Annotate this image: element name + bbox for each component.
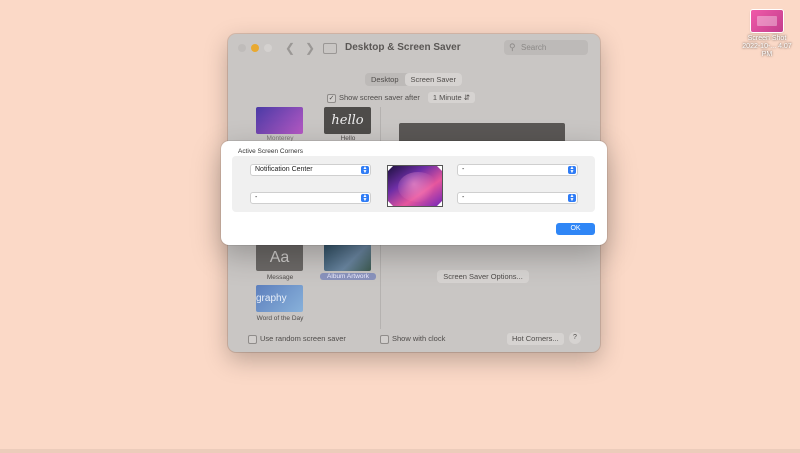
show-all-grid-icon[interactable] — [323, 43, 337, 54]
sheet-title: Active Screen Corners — [238, 148, 304, 155]
bottom-edge-shadow — [0, 449, 800, 453]
show-clock-row[interactable]: Show with clock — [380, 331, 445, 347]
back-arrow-icon[interactable]: ❮ — [285, 41, 295, 55]
show-after-value: 1 Minute — [432, 93, 462, 102]
top-left-corner-popup[interactable]: Notification Center ▲ ▼ — [250, 164, 371, 176]
ok-button[interactable]: OK — [556, 223, 595, 235]
screen-preview-wallpaper — [387, 165, 443, 207]
show-after-checkbox[interactable]: ✓ — [327, 93, 336, 103]
bottom-left-corner-popup[interactable]: - ▲ ▼ — [250, 192, 371, 204]
popup-stepper-icon: ▲ ▼ — [568, 165, 576, 175]
top-right-corner-value: - — [462, 166, 465, 173]
popup-stepper-icon: ▲ ▼ — [361, 165, 369, 175]
top-left-corner-value: Notification Center — [255, 166, 313, 173]
hot-corners-button[interactable]: Hot Corners... — [507, 333, 564, 345]
tab-desktop[interactable]: Desktop — [365, 73, 405, 86]
random-saver-label: Use random screen saver — [260, 334, 346, 343]
desktop-file-icon[interactable]: Screen Shot 2022-10-... 4.07 PM — [738, 10, 796, 59]
top-right-corner-popup[interactable]: - ▲ ▼ — [457, 164, 578, 176]
tab-bar: Desktop Screen Saver — [365, 73, 462, 86]
active-screen-corners-sheet: Active Screen Corners Notification Cente… — [221, 141, 607, 245]
corner-indicator-icon — [388, 201, 393, 206]
saver-thumb-word-of-the-day[interactable]: graphy — [256, 285, 303, 312]
saver-label-message: Message — [266, 274, 294, 281]
minimize-window-button[interactable] — [251, 44, 259, 52]
corner-indicator-icon — [437, 166, 442, 171]
saver-thumb-album-artwork[interactable] — [324, 244, 371, 271]
search-icon: ⚲ — [509, 42, 516, 52]
show-after-row: ✓ Show screen saver after 1 Minute ⇵ — [327, 92, 476, 104]
bottom-left-corner-value: - — [255, 194, 258, 201]
help-button[interactable]: ? — [569, 332, 581, 344]
show-clock-checkbox[interactable] — [380, 334, 389, 344]
show-after-popup[interactable]: 1 Minute ⇵ — [427, 92, 476, 103]
forward-arrow-icon[interactable]: ❯ — [305, 41, 315, 55]
random-saver-checkbox[interactable] — [248, 334, 257, 344]
saver-label-word-of-the-day: Word of the Day — [256, 315, 304, 322]
desktop-file-label-line1: Screen Shot — [747, 35, 787, 42]
desktop-file-label-line2: 2022-10-... 4.07 PM — [742, 43, 792, 58]
show-after-label: Show screen saver after — [339, 93, 420, 102]
saver-thumb-monterey[interactable] — [256, 107, 303, 134]
saver-label-album-artwork: Album Artwork — [320, 273, 376, 280]
popup-stepper-icon: ▲ ▼ — [361, 193, 369, 203]
show-clock-label: Show with clock — [392, 334, 446, 343]
window-title: Desktop & Screen Saver — [345, 42, 461, 53]
corner-indicator-icon — [437, 201, 442, 206]
random-saver-row[interactable]: Use random screen saver — [248, 331, 346, 347]
popup-stepper-icon: ▲ ▼ — [568, 193, 576, 203]
bottom-right-corner-value: - — [462, 194, 465, 201]
title-bar: ❮ ❯ Desktop & Screen Saver ⚲ Search — [228, 34, 600, 62]
zoom-window-button[interactable] — [264, 44, 272, 52]
screenshot-thumbnail-icon — [751, 10, 783, 32]
search-field[interactable]: ⚲ Search — [504, 40, 588, 55]
screen-saver-options-button[interactable]: Screen Saver Options... — [437, 270, 529, 283]
saver-thumb-message[interactable]: Aa — [256, 244, 303, 271]
close-window-button[interactable] — [238, 44, 246, 52]
tab-screen-saver[interactable]: Screen Saver — [404, 73, 462, 86]
corner-indicator-icon — [388, 166, 393, 171]
bottom-bar: Use random screen saver Show with clock … — [228, 331, 600, 347]
bottom-right-corner-popup[interactable]: - ▲ ▼ — [457, 192, 578, 204]
search-placeholder: Search — [521, 43, 547, 52]
saver-thumb-hello[interactable]: hello — [324, 107, 371, 134]
